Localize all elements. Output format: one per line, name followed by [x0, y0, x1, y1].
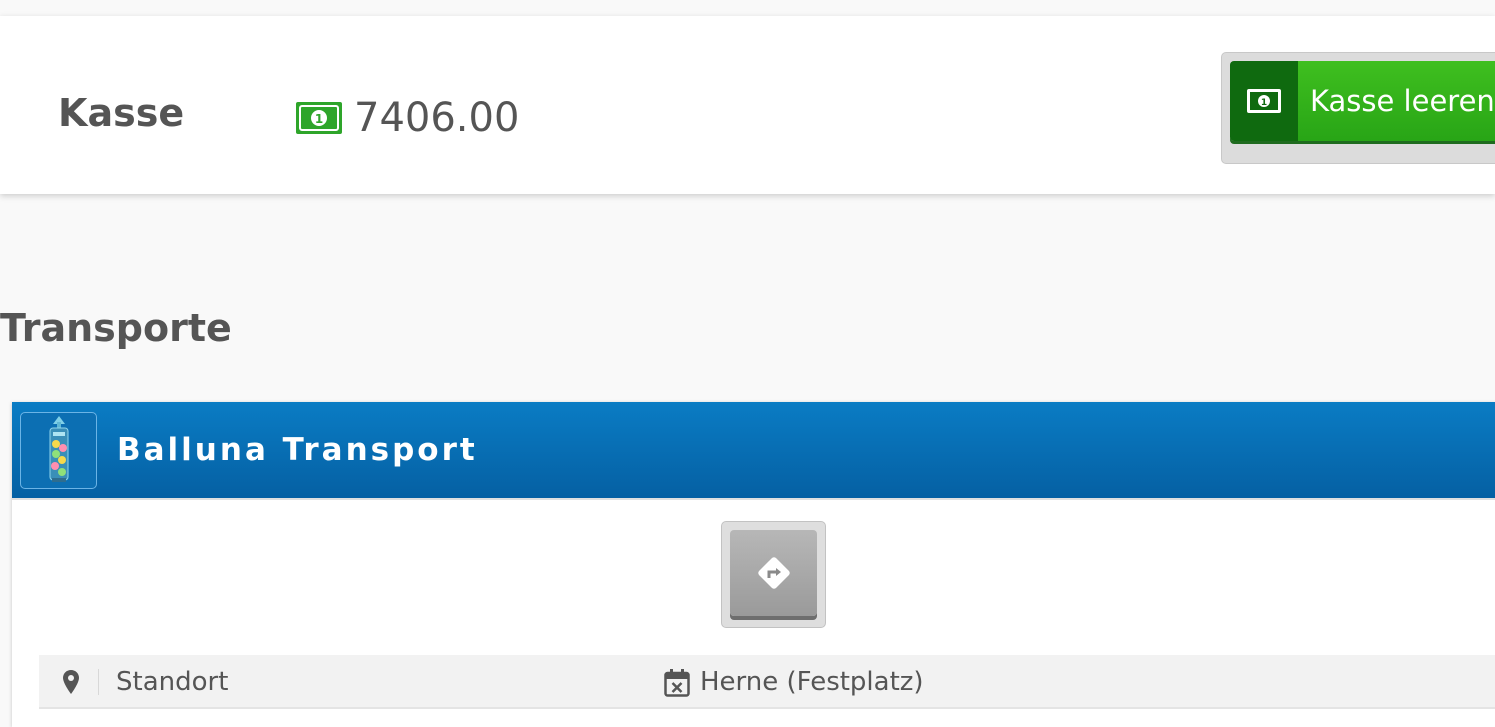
route-diamond-icon	[757, 557, 790, 589]
map-pin-icon	[63, 670, 79, 694]
location-value: Herne (Festplatz)	[700, 667, 924, 697]
empty-cash-button-icon-area: 1	[1230, 61, 1298, 141]
calendar-x-icon	[664, 669, 690, 697]
transport-card-title: Balluna Transport	[117, 432, 478, 468]
location-label: Standort	[116, 667, 229, 697]
svg-text:1: 1	[1261, 98, 1267, 108]
empty-cash-button-label: Kasse leeren	[1298, 61, 1495, 141]
money-bill-icon: 1	[1247, 89, 1281, 113]
transport-card-header: Balluna Transport	[12, 402, 1495, 500]
route-button[interactable]	[730, 530, 817, 616]
location-row: Standort Herne (Festplatz)	[39, 655, 1495, 709]
empty-cash-button[interactable]: 1 Kasse leeren	[1230, 61, 1495, 141]
balloon-ride-thumbnail	[20, 411, 97, 489]
cash-title: Kasse	[58, 91, 185, 135]
row-divider	[98, 669, 99, 695]
transports-heading: Transporte	[0, 306, 232, 350]
empty-cash-button-frame: 1 Kasse leeren	[1221, 52, 1495, 164]
transport-card: Balluna Transport Standort Herne (Festpl…	[12, 402, 1495, 727]
cash-amount-value: 7406.00	[354, 95, 520, 141]
route-button-frame	[721, 521, 826, 628]
money-bill-icon: 1	[296, 102, 342, 134]
svg-text:1: 1	[315, 112, 323, 126]
cash-panel: Kasse 1 7406.00 1 Kasse leeren	[0, 16, 1495, 194]
balloon-ride-image	[49, 416, 68, 482]
cash-amount: 1 7406.00	[296, 98, 519, 138]
